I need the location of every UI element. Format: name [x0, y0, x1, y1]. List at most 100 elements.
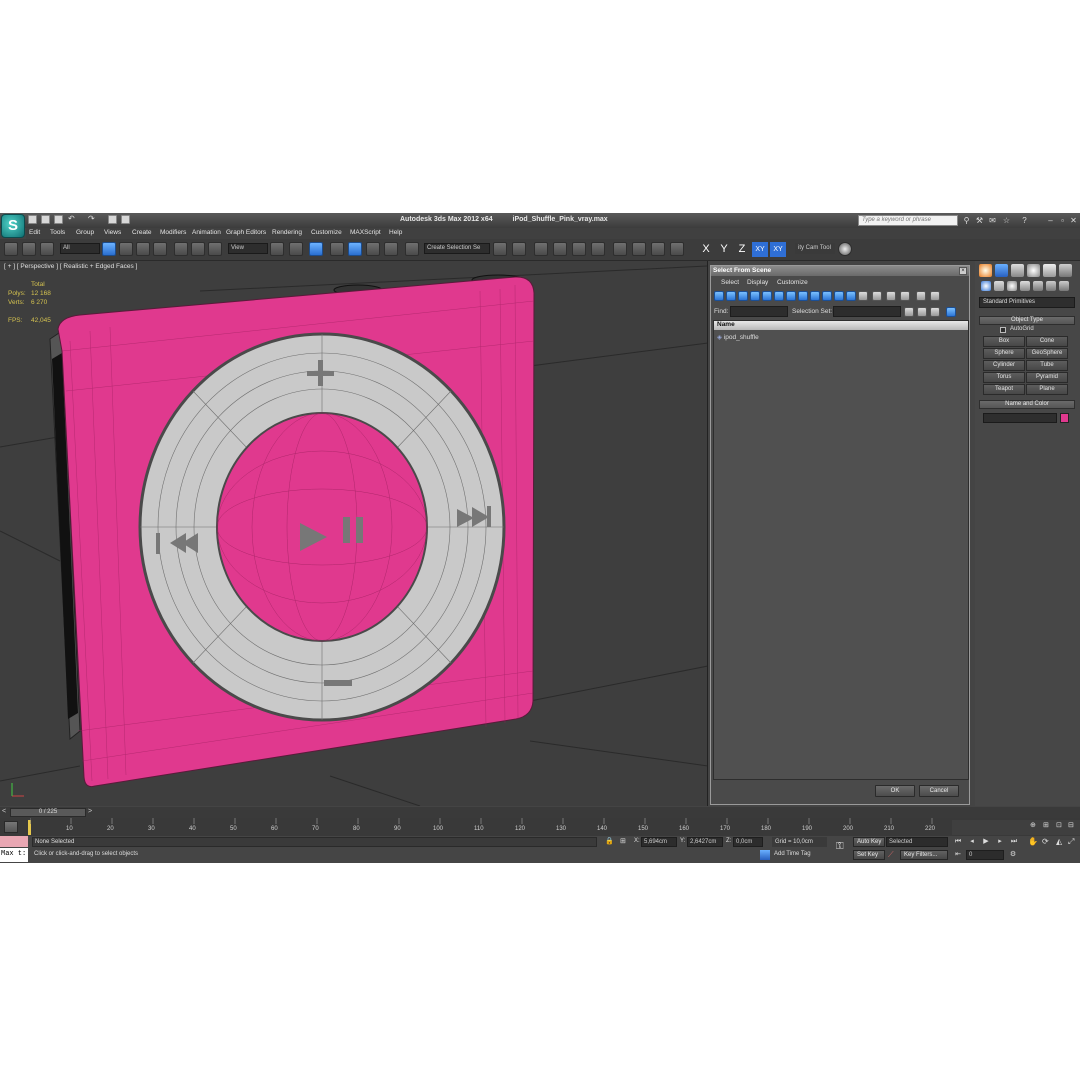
menu-rendering[interactable]: Rendering [272, 229, 302, 236]
zoom-extents-icon[interactable]: ⊡ [1056, 821, 1062, 829]
set-key-mode-icon[interactable]: ⚿ [836, 841, 844, 852]
unlink-icon[interactable] [22, 242, 36, 256]
render-setup-icon[interactable] [632, 242, 646, 256]
object-color-swatch[interactable] [1060, 413, 1069, 423]
dialog-menu-display[interactable]: Display [747, 279, 768, 286]
zoom-icon[interactable]: ⊕ [1030, 821, 1036, 829]
plane-button[interactable]: Plane [1026, 384, 1068, 395]
create-tab-icon[interactable] [979, 264, 992, 277]
tube-button[interactable]: Tube [1026, 360, 1068, 371]
menu-views[interactable]: Views [104, 229, 121, 236]
viewport-label[interactable]: [ + ] [ Perspective ] [ Realistic + Edge… [4, 263, 137, 270]
motion-tab-icon[interactable] [1027, 264, 1040, 277]
expand-icon[interactable] [946, 307, 956, 317]
box-button[interactable]: Box [983, 336, 1025, 347]
z-coordinate-field[interactable]: 0,0cm [733, 837, 763, 847]
save-file-icon[interactable] [54, 215, 63, 224]
menu-graph-editors[interactable]: Graph Editors [226, 229, 266, 236]
selection-filter-dropdown[interactable]: All [60, 243, 100, 254]
filter-icon[interactable] [916, 291, 926, 301]
name-and-color-rollout[interactable]: Name and Color [979, 400, 1075, 409]
display-containers-icon[interactable] [822, 291, 832, 301]
go-to-start-icon[interactable]: ⏮ [953, 837, 963, 847]
display-tab-icon[interactable] [1043, 264, 1056, 277]
key-filters-icon[interactable]: ⟋ [888, 850, 894, 860]
open-file-icon[interactable] [41, 215, 50, 224]
hold-icon[interactable] [108, 215, 117, 224]
orbit-icon[interactable]: ⟳ [1042, 837, 1049, 846]
menu-tools[interactable]: Tools [50, 229, 65, 236]
display-none-icon[interactable] [872, 291, 882, 301]
column-header-name[interactable]: Name [714, 321, 968, 330]
select-none-icon[interactable] [917, 307, 927, 317]
keyboard-shortcut-override-icon[interactable] [309, 242, 323, 256]
dialog-title[interactable]: Select From Scene [711, 266, 969, 276]
selected-dropdown[interactable]: Selected [886, 837, 948, 847]
menu-edit[interactable]: Edit [29, 229, 40, 236]
time-slider[interactable]: < 0 / 225 > [0, 807, 1080, 818]
maxscript-listener-pink[interactable] [0, 836, 28, 847]
display-all-icon[interactable] [858, 291, 868, 301]
absolute-mode-icon[interactable]: ⊞ [620, 837, 626, 845]
ok-button[interactable]: OK [875, 785, 915, 797]
select-invert-icon[interactable] [930, 307, 940, 317]
rotate-icon[interactable] [191, 242, 205, 256]
time-configuration-icon[interactable]: ⚙ [1008, 850, 1018, 860]
select-object-icon[interactable] [102, 242, 116, 256]
pivot-center-icon[interactable] [270, 242, 284, 256]
time-tag-icon[interactable] [760, 850, 770, 860]
search-icon[interactable]: ⚲ [962, 216, 971, 225]
display-groups-icon[interactable] [786, 291, 796, 301]
application-button-icon[interactable]: S [1, 214, 25, 238]
slider-next-icon[interactable]: > [88, 808, 92, 815]
key-mode-toggle-icon[interactable]: ⇤ [953, 850, 963, 860]
cameras-category-icon[interactable] [1020, 281, 1030, 291]
cylinder-button[interactable]: Cylinder [983, 360, 1025, 371]
constrain-xy-plane-button[interactable]: XY [770, 242, 786, 257]
next-frame-icon[interactable]: ▸ [995, 837, 1005, 847]
communication-icon[interactable]: ✉ [988, 216, 997, 225]
menu-maxscript[interactable]: MAXScript [350, 229, 381, 236]
render-production-icon[interactable] [670, 242, 684, 256]
x-coordinate-field[interactable]: 5,694cm [641, 837, 677, 847]
constrain-x-button[interactable]: X [698, 242, 714, 257]
select-by-name-icon[interactable] [119, 242, 133, 256]
select-manipulate-icon[interactable] [289, 242, 303, 256]
lights-category-icon[interactable] [1007, 281, 1017, 291]
display-xrefs-icon[interactable] [798, 291, 808, 301]
help-icon[interactable]: ? [1020, 216, 1029, 225]
display-invert-icon[interactable] [886, 291, 896, 301]
angle-snap-icon[interactable] [348, 242, 362, 256]
schematic-view-icon[interactable] [591, 242, 605, 256]
systems-category-icon[interactable] [1059, 281, 1069, 291]
subscription-icon[interactable]: ⚒ [975, 216, 984, 225]
menu-animation[interactable]: Animation [192, 229, 221, 236]
menu-modifiers[interactable]: Modifiers [160, 229, 186, 236]
display-helpers-icon[interactable] [762, 291, 772, 301]
add-time-tag-button[interactable]: Add Time Tag [774, 851, 811, 857]
cone-button[interactable]: Cone [1026, 336, 1068, 347]
pan-view-icon[interactable]: ✋ [1028, 837, 1038, 846]
minimize-icon[interactable]: – [1046, 216, 1055, 225]
field-of-view-icon[interactable]: ◭ [1056, 837, 1062, 846]
mirror-icon[interactable] [493, 242, 507, 256]
selection-set-dropdown[interactable] [833, 306, 901, 317]
graphite-tools-icon[interactable] [553, 242, 567, 256]
maxscript-mini-listener[interactable]: Max t: [0, 848, 28, 862]
spinner-snap-icon[interactable] [384, 242, 398, 256]
new-file-icon[interactable] [28, 215, 37, 224]
snaps-toggle-icon[interactable] [330, 242, 344, 256]
display-shapes-icon[interactable] [726, 291, 736, 301]
cancel-button[interactable]: Cancel [919, 785, 959, 797]
helpers-category-icon[interactable] [1033, 281, 1043, 291]
cam-tool-label[interactable]: ity Cam Tool [795, 243, 835, 254]
menu-create[interactable]: Create [132, 229, 152, 236]
cam-tool-icon[interactable] [838, 242, 852, 256]
window-crossing-icon[interactable] [153, 242, 167, 256]
space-warps-category-icon[interactable] [1046, 281, 1056, 291]
display-frozen-icon[interactable] [834, 291, 844, 301]
mini-curve-editor-icon[interactable] [4, 821, 18, 833]
filter-settings-icon[interactable] [930, 291, 940, 301]
key-filters-button[interactable]: Key Filters... [900, 850, 948, 860]
select-and-link-icon[interactable] [4, 242, 18, 256]
